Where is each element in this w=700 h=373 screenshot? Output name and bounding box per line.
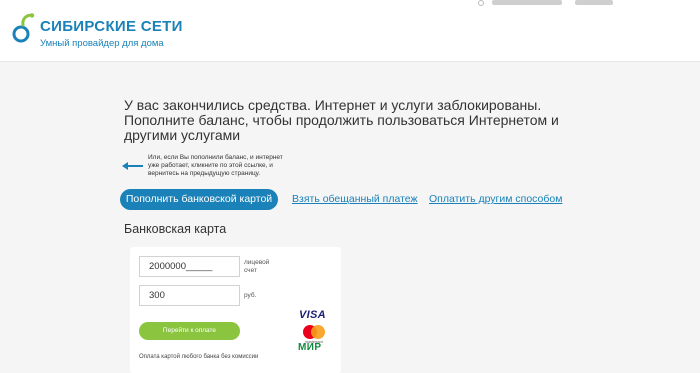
hint-line: уже работает, кликните по этой ссылке, и [148,162,273,169]
proceed-to-payment-button[interactable]: Перейти к оплате [139,322,240,340]
tab-bank-card[interactable]: Пополнить банковской картой [120,189,278,210]
arrow-left-icon[interactable] [122,161,144,171]
currency-label: руб. [244,292,257,299]
hint-line: Или, если Вы пополнили баланс, и интерне… [148,154,283,161]
amount-input[interactable]: 300 [139,285,240,306]
section-title: Банковская карта [124,222,227,236]
brand-name: СИБИРСКИЕ СЕТИ [40,18,183,35]
back-link[interactable]: Или, если Вы пополнили баланс, и интерне… [122,154,312,184]
tab-promised-payment[interactable]: Взять обещанный платеж [292,193,418,205]
tab-other-method[interactable]: Оплатить другим способом [429,193,562,205]
notice-line: У вас закончились средства. Интернет и у… [124,97,542,113]
back-link-text[interactable]: Или, если Вы пополнили баланс, и интерне… [148,154,318,178]
header-menu-item[interactable] [492,0,562,5]
blocked-notice: У вас закончились средства. Интернет и у… [124,98,574,143]
account-number-input[interactable]: 2000000_____ [139,256,240,277]
logo[interactable]: СИБИРСКИЕ СЕТИ Умный провайдер для дома [10,10,183,54]
account-label: лицевой счет [244,259,269,275]
header: СИБИРСКИЕ СЕТИ Умный провайдер для дома [0,0,700,62]
mir-logo: МИР [298,342,322,353]
no-fee-note: Оплата картой любого банка без комиссии [139,354,259,360]
hint-line: вернитесь на предыдущую страницу. [148,170,261,177]
mastercard-logo: mastercard [303,325,325,344]
visa-logo: VISA [299,309,326,321]
user-icon[interactable] [475,0,487,8]
account-label-line: счет [244,267,257,274]
logo-mark-icon [12,13,35,43]
notice-line: Пополните баланс, чтобы продолжить польз… [124,112,559,128]
account-label-line: лицевой [244,259,270,266]
header-menu-item[interactable] [575,0,613,5]
brand-tagline: Умный провайдер для дома [40,38,164,49]
card-payment-panel: 2000000_____ лицевой счет 300 руб. Перей… [130,247,341,373]
notice-line: другими услугами [124,127,241,143]
